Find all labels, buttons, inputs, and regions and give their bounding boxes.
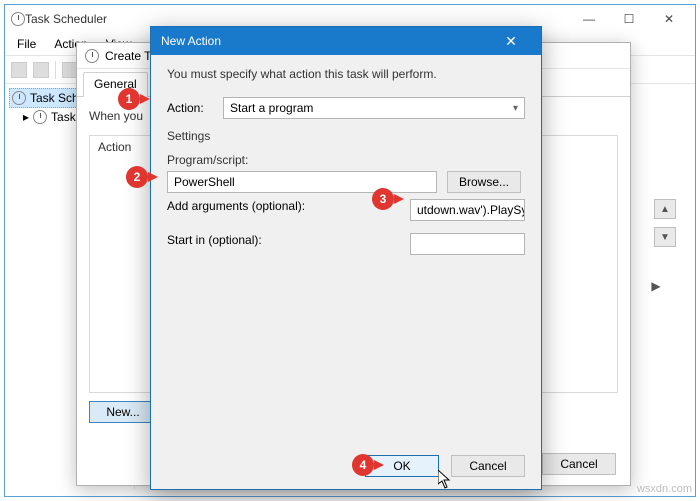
close-button[interactable]: ✕ — [649, 8, 689, 30]
scheduler-icon — [12, 91, 26, 105]
callout-badge-2: 2 — [126, 166, 148, 188]
toolbar-separator — [55, 61, 56, 79]
new-action-titlebar: New Action ✕ — [151, 27, 541, 55]
cancel-button[interactable]: Cancel — [451, 455, 525, 477]
arguments-label: Add arguments (optional): — [167, 199, 346, 221]
minimize-button[interactable]: — — [569, 8, 609, 30]
move-down-button[interactable]: ▼ — [654, 227, 676, 247]
callout-badge-4: 4 — [352, 454, 374, 476]
close-button[interactable]: ✕ — [491, 30, 531, 52]
action-label: Action: — [167, 101, 223, 115]
startin-label: Start in (optional): — [167, 233, 346, 255]
new-action-hint: You must specify what action this task w… — [167, 67, 525, 81]
create-task-cancel-button[interactable]: Cancel — [542, 453, 616, 475]
right-actions-pane: ▲ ▼ ▶ — [645, 99, 685, 297]
scheduler-icon — [33, 110, 47, 124]
arguments-input-value: utdown.wav').PlaySync(); — [417, 203, 525, 217]
program-input-value: PowerShell — [174, 175, 235, 189]
toolbar-back-icon[interactable] — [11, 62, 27, 78]
action-select-value: Start a program — [230, 101, 313, 115]
browse-button[interactable]: Browse... — [447, 171, 521, 193]
new-action-dialog: New Action ✕ You must specify what actio… — [150, 26, 542, 490]
callout-badge-3: 3 — [372, 188, 394, 210]
cursor-icon — [438, 470, 454, 495]
startin-input[interactable] — [410, 233, 525, 255]
new-action-button[interactable]: New... — [89, 401, 157, 423]
callout-badge-1: 1 — [118, 88, 140, 110]
arguments-input[interactable]: utdown.wav').PlaySync(); — [410, 199, 525, 221]
expand-button[interactable]: ▶ — [645, 275, 667, 297]
move-up-button[interactable]: ▲ — [654, 199, 676, 219]
toolbar-forward-icon[interactable] — [33, 62, 49, 78]
main-title: Task Scheduler — [25, 12, 569, 26]
maximize-button[interactable]: ☐ — [609, 8, 649, 30]
app-icon — [11, 12, 25, 26]
program-input[interactable]: PowerShell — [167, 171, 437, 193]
clock-icon — [85, 49, 99, 63]
new-action-title: New Action — [161, 34, 491, 48]
settings-label: Settings — [167, 129, 525, 143]
watermark: wsxdn.com — [637, 483, 692, 495]
menu-file[interactable]: File — [9, 35, 44, 53]
program-label: Program/script: — [167, 153, 525, 167]
action-select[interactable]: Start a program — [223, 97, 525, 119]
